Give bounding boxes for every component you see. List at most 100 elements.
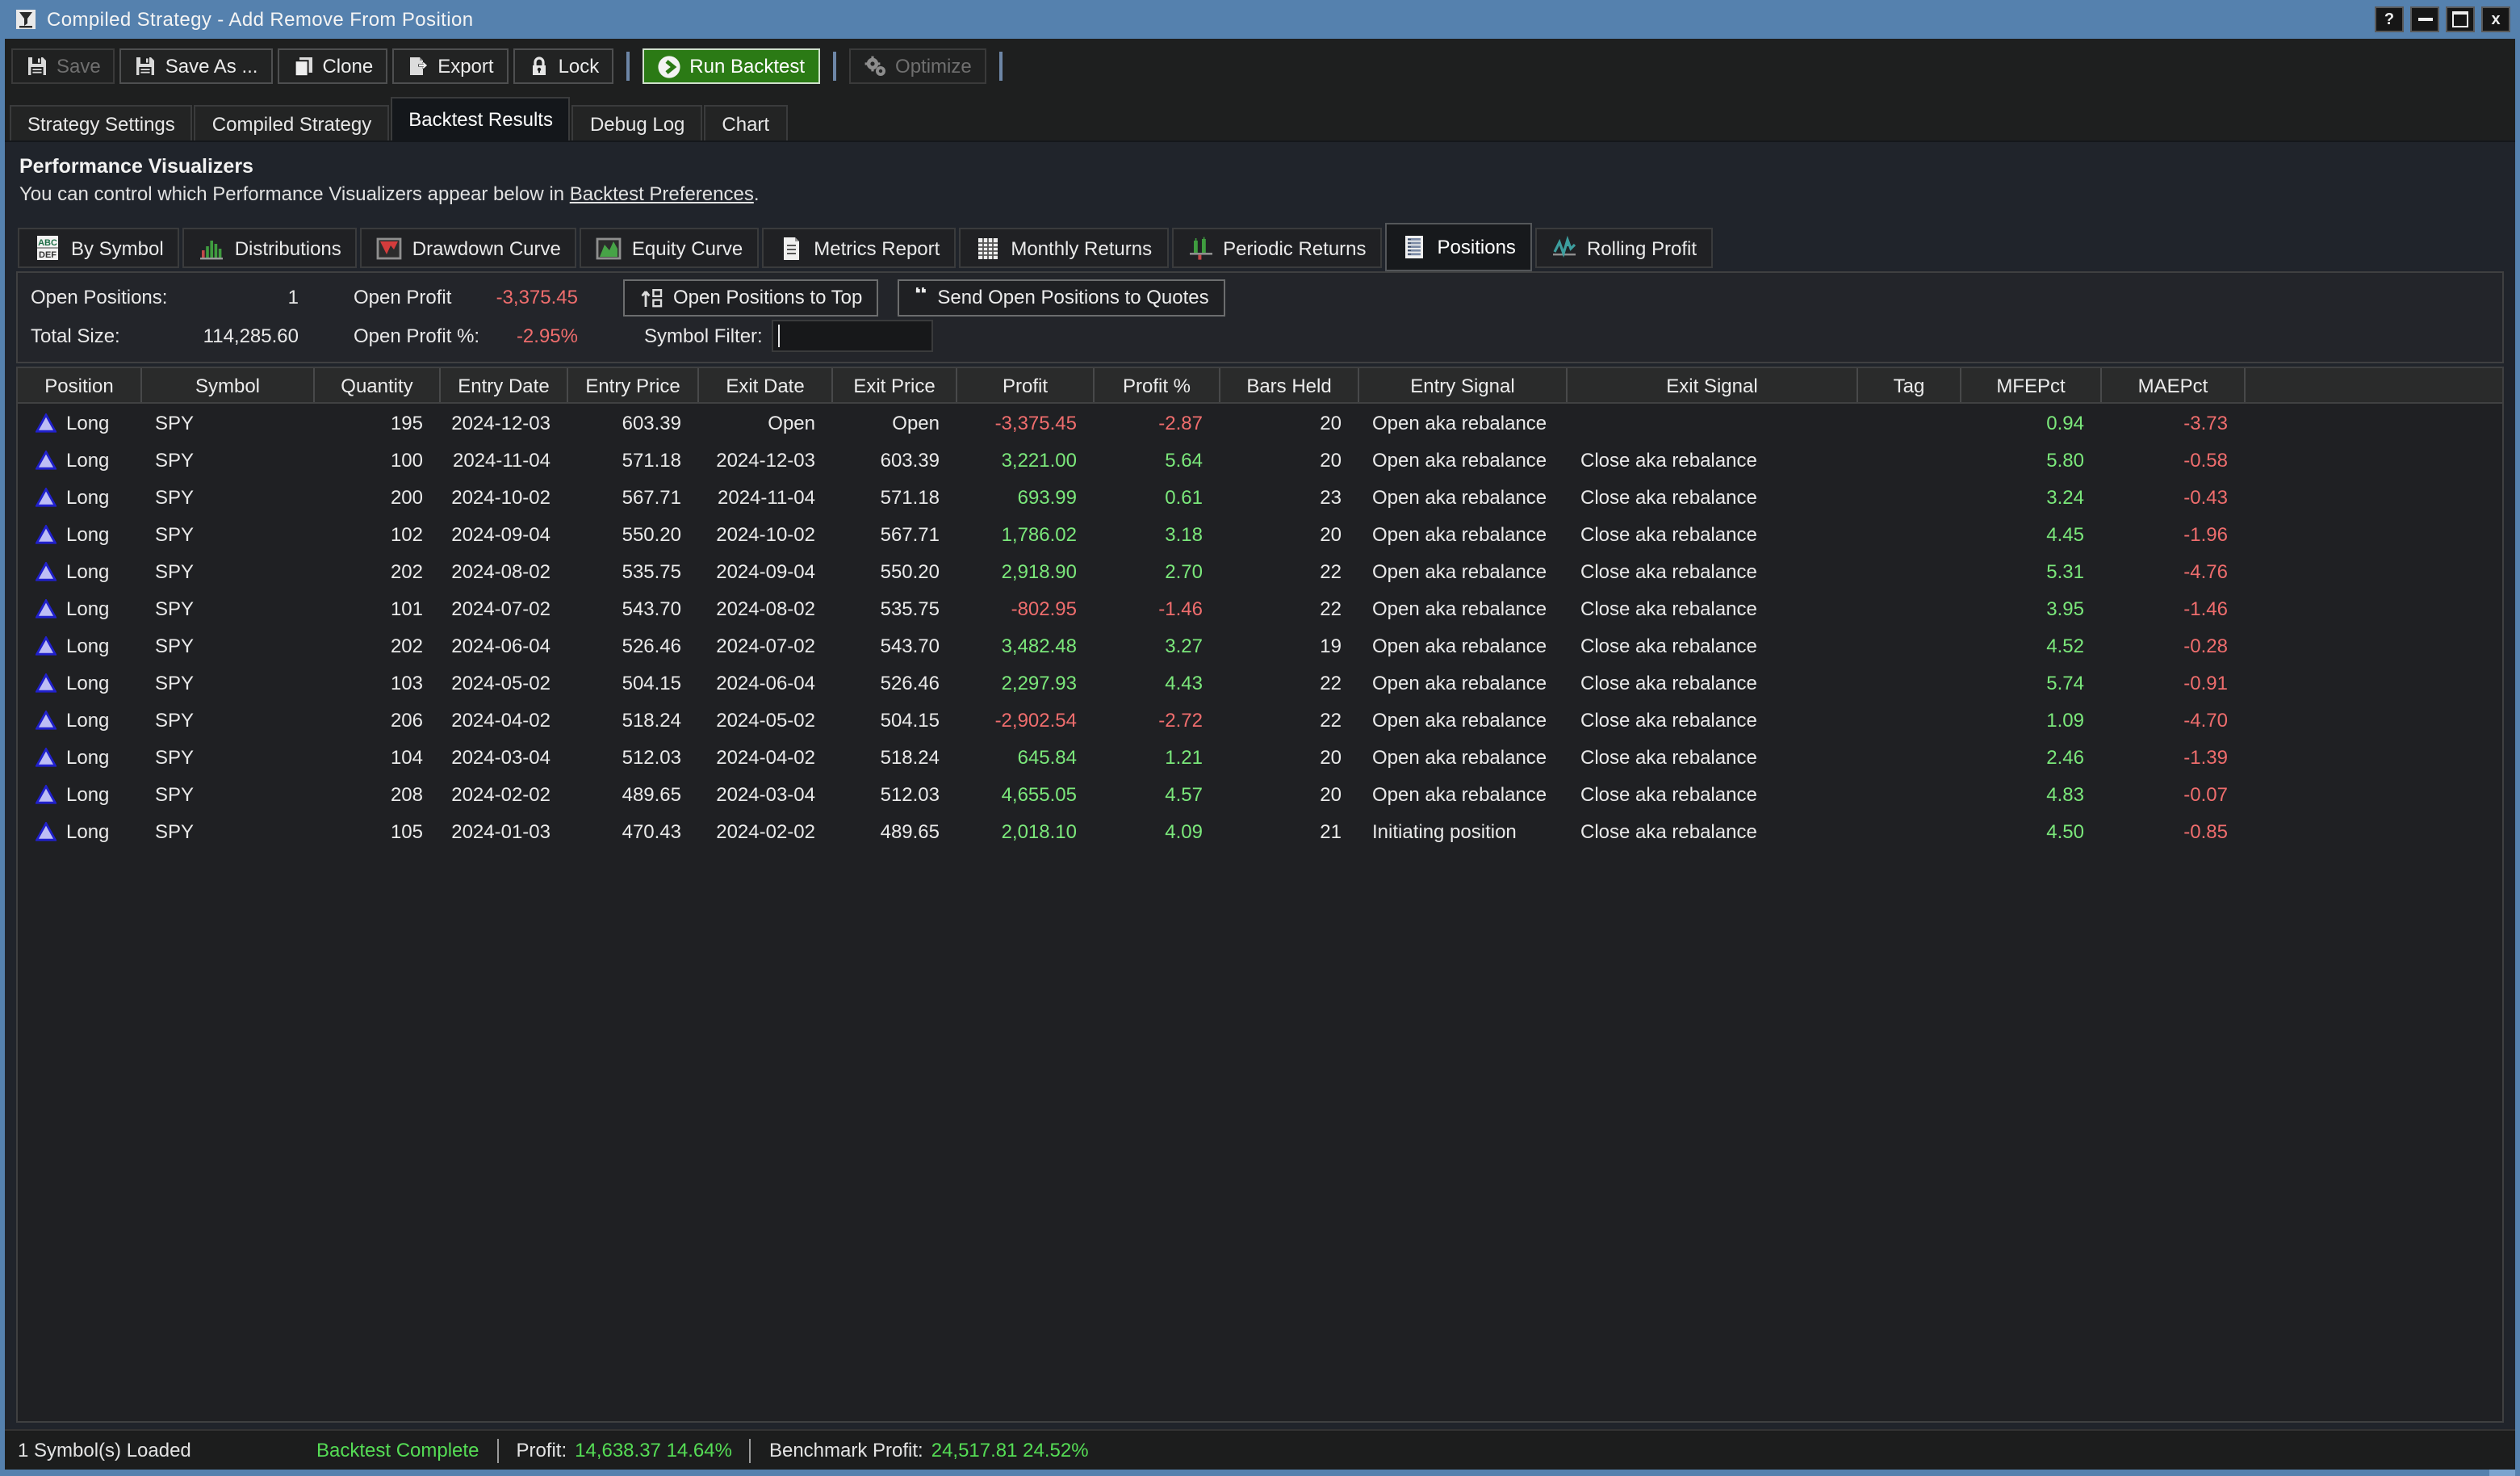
toolbar-separator (626, 52, 630, 81)
maximize-button[interactable] (2446, 6, 2475, 32)
tab-compiled-strategy[interactable]: Compiled Strategy (195, 105, 389, 140)
cell-entry-signal: Initiating position (1359, 820, 1568, 842)
column-header-mfepct[interactable]: MFEPct (1961, 368, 2102, 402)
symbol-filter-input[interactable] (772, 320, 934, 352)
cell-mfe-pct: 5.74 (1961, 671, 2102, 694)
cell-mae-pct: -0.91 (2102, 671, 2246, 694)
visualizer-tab-periodic-returns[interactable]: Periodic Returns (1171, 228, 1382, 268)
visualizer-tab-drawdown-curve[interactable]: Drawdown Curve (361, 228, 577, 268)
cell-mae-pct: -4.76 (2102, 560, 2246, 582)
column-header-maepct[interactable]: MAEPct (2102, 368, 2246, 402)
tab-debug-log[interactable]: Debug Log (572, 105, 702, 140)
cell-exit-date: 2024-12-03 (699, 448, 833, 471)
viewport: Compiled Strategy - Add Remove From Posi… (0, 0, 2520, 1476)
visualizer-tab-by-symbol[interactable]: ABCDEFBy Symbol (18, 228, 180, 268)
visualizer-tab-equity-curve[interactable]: Equity Curve (580, 228, 759, 268)
tab-strategy-settings[interactable]: Strategy Settings (10, 105, 193, 140)
cell-quantity: 206 (315, 708, 441, 731)
table-row[interactable]: LongSPY1952024-12-03603.39OpenOpen-3,375… (18, 404, 2502, 441)
gear-icon (863, 54, 887, 78)
table-row[interactable]: LongSPY2022024-08-02535.752024-09-04550.… (18, 552, 2502, 589)
open-positions-to-top-button[interactable]: Open Positions to Top (623, 279, 878, 316)
cell-exit-price: 512.03 (833, 782, 957, 805)
main-tab-bar: Strategy SettingsCompiled StrategyBackte… (5, 92, 2515, 140)
position-side-label: Long (66, 634, 109, 656)
table-row[interactable]: LongSPY1042024-03-04512.032024-04-02518.… (18, 738, 2502, 775)
column-header-bars-held[interactable]: Bars Held (1220, 368, 1359, 402)
cell-entry-price: 512.03 (568, 745, 699, 768)
column-header-profit[interactable]: Profit (957, 368, 1095, 402)
long-position-icon (36, 747, 57, 766)
cell-profit: -3,375.45 (957, 411, 1095, 434)
cell-quantity: 208 (315, 782, 441, 805)
visualizer-tab-distributions[interactable]: Distributions (183, 228, 358, 268)
visualizer-tab-label: Metrics Report (814, 237, 940, 259)
column-header-entry-price[interactable]: Entry Price (568, 368, 699, 402)
clone-button[interactable]: Clone (277, 48, 387, 84)
table-row[interactable]: LongSPY2082024-02-02489.652024-03-04512.… (18, 775, 2502, 812)
column-header-entry-signal[interactable]: Entry Signal (1359, 368, 1568, 402)
cell-exit-signal: Close aka rebalance (1568, 708, 1858, 731)
minimize-button[interactable] (2410, 6, 2439, 32)
cell-exit-date: 2024-10-02 (699, 522, 833, 545)
visualizer-tab-metrics-report[interactable]: Metrics Report (762, 228, 956, 268)
cell-mae-pct: -3.73 (2102, 411, 2246, 434)
column-header-quantity[interactable]: Quantity (315, 368, 441, 402)
cell-profit-pct: 3.27 (1095, 634, 1220, 656)
long-position-icon (36, 413, 57, 432)
visualizer-tab-label: By Symbol (71, 237, 164, 259)
backtest-preferences-link[interactable]: Backtest Preferences (570, 182, 754, 205)
table-row[interactable]: LongSPY2062024-04-02518.242024-05-02504.… (18, 701, 2502, 738)
column-header-exit-signal[interactable]: Exit Signal (1568, 368, 1858, 402)
cell-exit-signal: Close aka rebalance (1568, 485, 1858, 508)
cell-profit-pct: 4.09 (1095, 820, 1220, 842)
lock-button[interactable]: Lock (513, 48, 614, 84)
table-row[interactable]: LongSPY2022024-06-04526.462024-07-02543.… (18, 627, 2502, 664)
long-position-icon (36, 710, 57, 729)
resize-grip[interactable] (2489, 1470, 2515, 1476)
position-side-label: Long (66, 820, 109, 842)
cell-exit-date: 2024-08-02 (699, 597, 833, 619)
table-row[interactable]: LongSPY1032024-05-02504.152024-06-04526.… (18, 664, 2502, 701)
column-header-profit-[interactable]: Profit % (1095, 368, 1220, 402)
run-backtest-button[interactable]: Run Backtest (643, 48, 819, 84)
status-separator (750, 1438, 751, 1462)
visualizer-tab-monthly-returns[interactable]: Monthly Returns (959, 228, 1168, 268)
visualizer-tab-rolling-profit[interactable]: Rolling Profit (1535, 228, 1713, 268)
cell-profit-pct: -1.46 (1095, 597, 1220, 619)
visualizer-tab-positions[interactable]: Positions (1386, 223, 1532, 271)
close-button[interactable]: x (2481, 6, 2510, 32)
summary-row-1: Open Positions: 1 Open Profit -3,375.45 (31, 278, 2489, 317)
position-side-label: Long (66, 671, 109, 694)
cell-entry-date: 2024-06-04 (441, 634, 568, 656)
column-header-exit-price[interactable]: Exit Price (833, 368, 957, 402)
column-header-exit-date[interactable]: Exit Date (699, 368, 833, 402)
cell-bars-held: 20 (1220, 782, 1359, 805)
visualizer-tab-label: Monthly Returns (1011, 237, 1152, 259)
cell-profit-pct: 4.43 (1095, 671, 1220, 694)
cell-quantity: 103 (315, 671, 441, 694)
long-position-icon (36, 561, 57, 581)
svg-text:DEF: DEF (39, 250, 57, 260)
cell-position: Long (18, 448, 142, 471)
cell-entry-date: 2024-02-02 (441, 782, 568, 805)
column-header-tag[interactable]: Tag (1858, 368, 1961, 402)
send-open-positions-to-quotes-button[interactable]: “ Send Open Positions to Quotes (898, 279, 1224, 316)
column-header-position[interactable]: Position (18, 368, 142, 402)
lock-icon (528, 55, 550, 78)
column-header-symbol[interactable]: Symbol (142, 368, 315, 402)
tab-backtest-results[interactable]: Backtest Results (391, 97, 571, 140)
cell-profit: -2,902.54 (957, 708, 1095, 731)
help-button[interactable]: ? (2375, 6, 2404, 32)
table-row[interactable]: LongSPY2002024-10-02567.712024-11-04571.… (18, 478, 2502, 515)
cell-profit-pct: 1.21 (1095, 745, 1220, 768)
export-button[interactable]: Export (392, 48, 508, 84)
column-header-entry-date[interactable]: Entry Date (441, 368, 568, 402)
save-as-button[interactable]: Save As ... (120, 48, 273, 84)
table-row[interactable]: LongSPY1002024-11-04571.182024-12-03603.… (18, 441, 2502, 478)
cell-exit-date: 2024-05-02 (699, 708, 833, 731)
tab-chart[interactable]: Chart (704, 105, 787, 140)
table-row[interactable]: LongSPY1012024-07-02543.702024-08-02535.… (18, 589, 2502, 627)
table-row[interactable]: LongSPY1022024-09-04550.202024-10-02567.… (18, 515, 2502, 552)
table-row[interactable]: LongSPY1052024-01-03470.432024-02-02489.… (18, 812, 2502, 849)
